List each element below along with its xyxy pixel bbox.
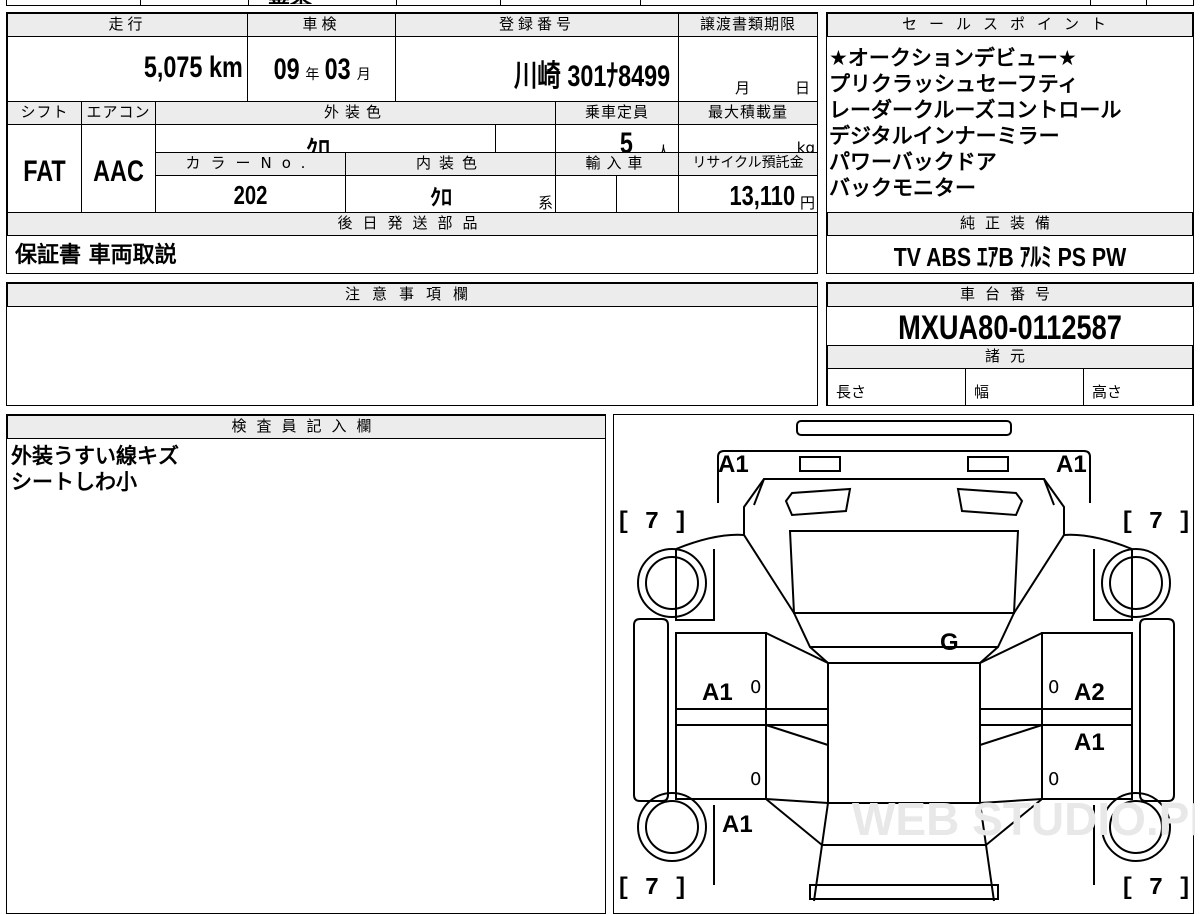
sales-point-item: ★オークションデビュー★ — [829, 46, 1077, 70]
shaken-cell: 09 年 03 月 — [247, 36, 396, 102]
exterior-color-header: 外装色 — [155, 101, 556, 125]
chassis-panel: 車台番号 MXUA80-0112587 諸元 長さ 幅 高さ — [826, 282, 1194, 406]
top-cut-divider — [500, 0, 501, 6]
recycle-header: リサイクル預託金 — [678, 152, 818, 176]
registration-header: 登録番号 — [395, 13, 679, 37]
specs-header: 諸元 — [827, 345, 1193, 369]
mark-right-rear-door: A1 — [1074, 729, 1105, 756]
top-cut-divider — [640, 0, 641, 6]
main-info-table: 走行 車検 登録番号 譲渡書類期限 5,075 km 09 年 03 月 川崎 301… — [6, 12, 818, 274]
import-cell-b — [616, 175, 679, 213]
capacity-header: 乗車定員 — [555, 101, 679, 125]
sales-point-item: レーダークルーズコントロール — [829, 98, 1122, 122]
mark-zero: 0 — [750, 677, 762, 698]
interior-color-value: ｸﾛ — [430, 186, 453, 211]
transfer-deadline-cell: 月 日 — [678, 36, 818, 102]
shift-value: FAT — [23, 155, 66, 188]
mark-zero: 0 — [1048, 677, 1060, 698]
spec-length-cell: 長さ — [827, 368, 966, 406]
interior-color-cell: ｸﾛ 系 — [345, 175, 556, 213]
sales-points-header: セールスポイント — [827, 13, 1193, 37]
import-cell-a — [555, 175, 617, 213]
car-outline-diagram: WEB STUDIO.PRO — [633, 420, 1195, 902]
mark-bracket-bottom-left: [ 7 ] — [616, 875, 689, 902]
mileage-cell: 5,075 km — [7, 36, 248, 102]
mark-roof: G — [940, 629, 959, 656]
shaken-value: 09 年 03 月 — [270, 53, 371, 87]
ac-value: AAC — [93, 155, 144, 188]
sales-point-item: デジタルインナーミラー — [829, 124, 1060, 148]
shaken-year: 09 — [273, 53, 300, 86]
mark-front-right: A1 — [1056, 451, 1087, 478]
top-cut-divider — [1146, 0, 1147, 6]
mark-bracket-top-right: [ 7 ] — [1120, 509, 1193, 536]
sales-point-item: バックモニター — [829, 176, 976, 200]
interior-color-header: 内装色 — [345, 152, 556, 176]
inspector-note-line: シートしわ小 — [11, 470, 137, 494]
mark-front-left: A1 — [718, 451, 749, 478]
sales-points-list: ★オークションデビュー★ プリクラッシュセーフティ レーダークルーズコントロール… — [829, 45, 1121, 201]
mark-bracket-top-left: [ 7 ] — [616, 509, 689, 536]
spec-length-label: 長さ — [836, 383, 867, 401]
caution-header: 注意事項欄 — [7, 283, 818, 307]
top-cut-divider — [140, 0, 141, 6]
registration-cell: 川崎 301ﾅ8499 — [395, 36, 679, 102]
sales-points-panel: セールスポイント ★オークションデビュー★ プリクラッシュセーフティ レーダーク… — [826, 12, 1194, 274]
recycle-unit: 円 — [799, 194, 815, 212]
chassis-number: MXUA80-0112587 — [898, 309, 1122, 347]
recycle-cell: 13,110 円 — [678, 175, 818, 213]
later-parts-header: 後日発送部品 — [7, 212, 818, 236]
sales-point-item: プリクラッシュセーフティ — [829, 72, 1079, 96]
spec-height-label: 高さ — [1092, 383, 1123, 401]
shift-header: シフト — [7, 101, 82, 125]
genuine-equipment-value: TV ABS ｴｱB ｱﾙﾐ PS PW — [893, 242, 1127, 272]
inspector-note-line: 外装うすい線キズ — [11, 444, 179, 468]
top-cut-strip — [6, 0, 1194, 6]
mileage-header: 走行 — [7, 13, 248, 37]
mark-left-front-door: A1 — [702, 679, 733, 706]
sales-point-item: パワーバックドア — [829, 150, 997, 174]
inspector-header: 検査員記入欄 — [7, 415, 606, 439]
top-cut-divider — [1090, 0, 1091, 6]
shaken-month: 03 — [325, 53, 352, 86]
mileage-value: 5,075 km — [144, 51, 243, 84]
spec-width-cell: 幅 — [965, 368, 1084, 406]
import-header: 輸入車 — [555, 152, 679, 176]
genuine-equipment-header: 純正装備 — [827, 212, 1193, 236]
spec-height-cell: 高さ — [1083, 368, 1193, 406]
mark-bracket-bottom-right: [ 7 ] — [1120, 875, 1193, 902]
color-no-header: カラーNo. — [155, 152, 346, 176]
caution-panel: 注意事項欄 — [6, 282, 818, 406]
month-unit: 月 — [356, 67, 371, 83]
mark-zero: 0 — [1048, 769, 1060, 790]
inspector-panel: 検査員記入欄 外装うすい線キズ シートしわ小 — [6, 414, 606, 914]
registration-number: 川崎 301ﾅ8499 — [513, 60, 670, 93]
year-unit: 年 — [305, 67, 320, 83]
interior-color-suffix: 系 — [538, 194, 554, 212]
shaken-header: 車検 — [247, 13, 396, 37]
chassis-header: 車台番号 — [827, 283, 1193, 307]
transfer-month-unit: 月 — [735, 79, 751, 97]
top-cut-divider — [396, 0, 397, 6]
inspector-notes: 外装うすい線キズ シートしわ小 — [11, 443, 179, 495]
transfer-deadline-header: 譲渡書類期限 — [678, 13, 818, 37]
ac-header: エアコン — [81, 101, 156, 125]
transfer-day-unit: 日 — [795, 79, 811, 97]
car-diagram-panel: WEB STUDIO.PRO A1 A1 [ 7 ] [ 7 ] [ 7 ] [… — [613, 414, 1195, 914]
ac-cell: AAC — [81, 124, 156, 213]
color-no-cell: 202 — [155, 175, 346, 213]
diagram-watermark: WEB STUDIO.PRO — [852, 793, 1195, 845]
mark-right-front-door: A2 — [1074, 679, 1105, 706]
spec-width-label: 幅 — [974, 383, 990, 401]
recycle-fee-value: 13,110 — [729, 180, 795, 211]
later-parts-value: 保証書 車両取説 — [15, 243, 177, 268]
top-cut-divider — [248, 0, 249, 6]
shift-cell: FAT — [7, 124, 82, 213]
mark-left-rear-fender: A1 — [722, 811, 753, 838]
color-no-value: 202 — [233, 180, 268, 210]
max-load-header: 最大積載量 — [678, 101, 818, 125]
mark-zero: 0 — [750, 769, 762, 790]
